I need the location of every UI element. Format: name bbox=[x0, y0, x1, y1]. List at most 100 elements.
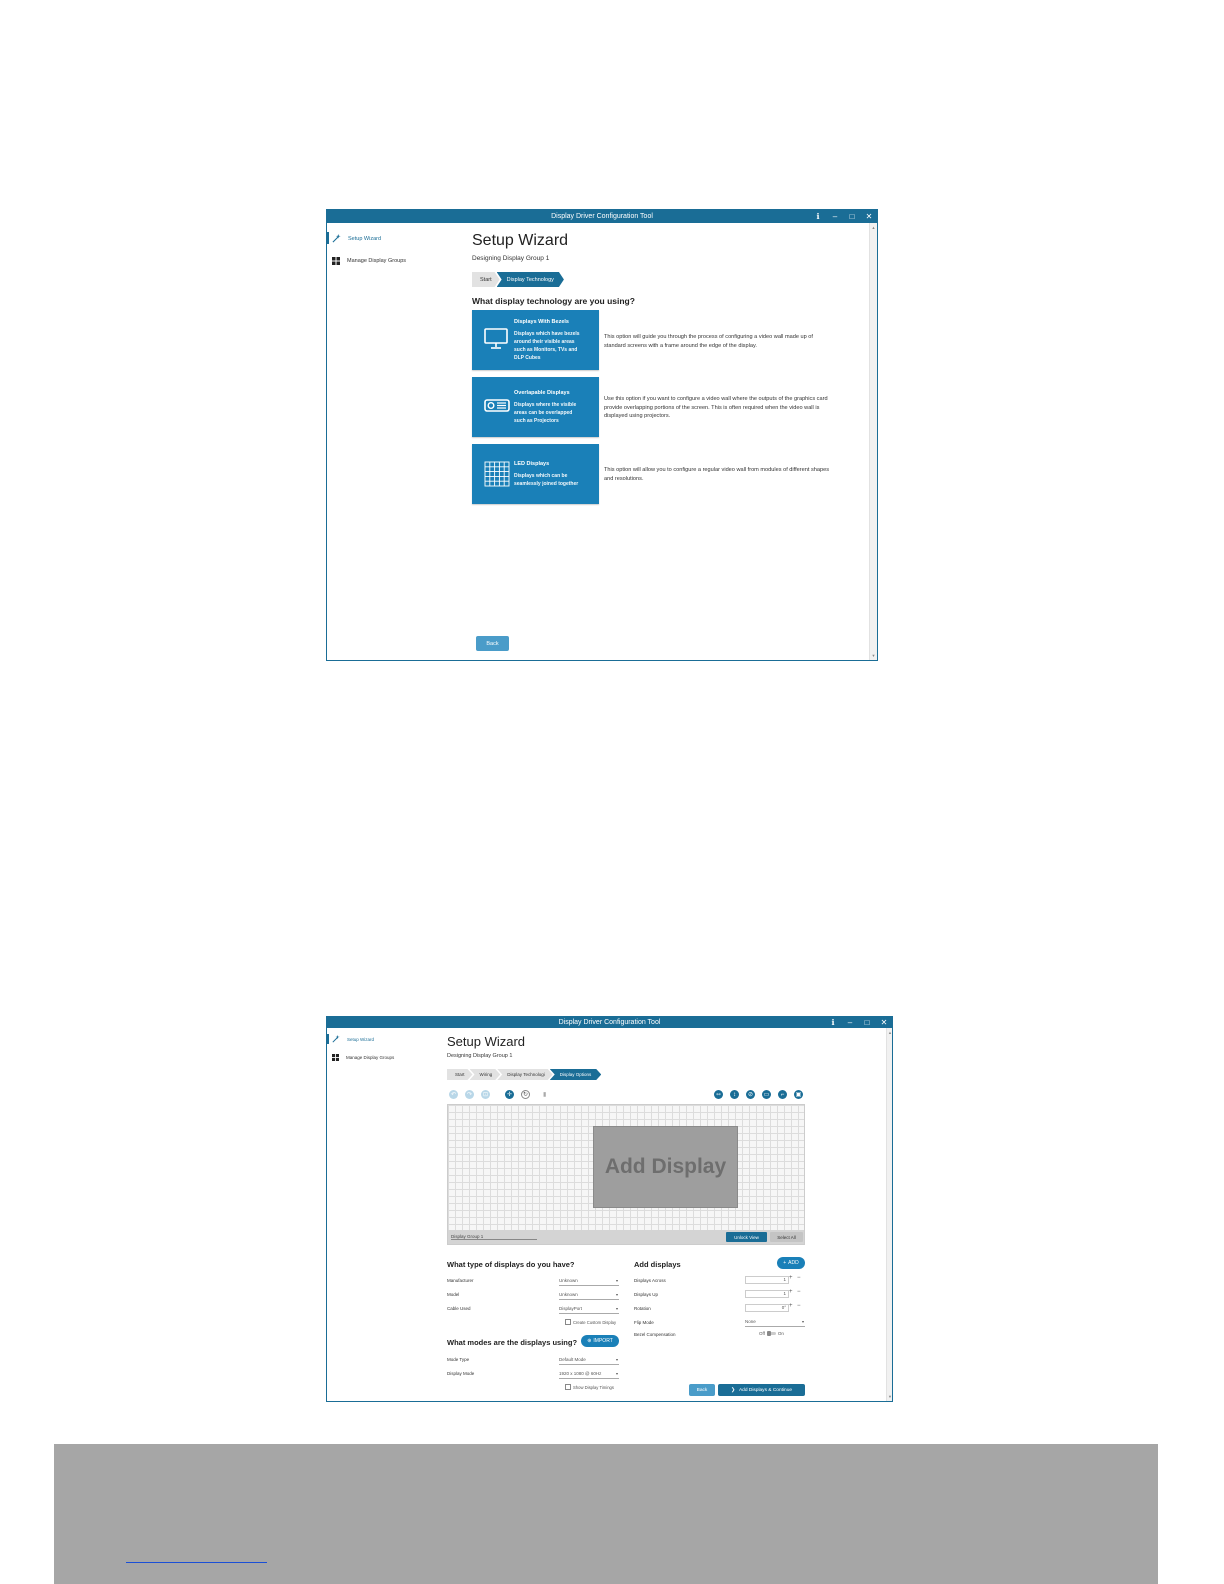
chevron-down-icon: ▾ bbox=[615, 1357, 618, 1362]
select-all-button[interactable]: Select All bbox=[770, 1232, 803, 1242]
corner-icon[interactable]: ⌐ bbox=[778, 1090, 787, 1099]
maximize-icon[interactable]: □ bbox=[848, 212, 856, 221]
create-custom-display-checkbox[interactable]: Create Custom Display bbox=[565, 1319, 616, 1325]
back-button[interactable]: Back bbox=[476, 636, 509, 651]
increment-icon[interactable]: + bbox=[789, 1275, 793, 1281]
displays-across-input[interactable]: 1 bbox=[745, 1276, 789, 1284]
toggle-switch[interactable] bbox=[766, 1331, 776, 1336]
grid-icon bbox=[332, 1054, 339, 1061]
chevron-down-icon: ▾ bbox=[615, 1292, 618, 1297]
layout-canvas[interactable]: Add Display Display Group 1 Unlock View … bbox=[447, 1104, 805, 1245]
align-vertical-icon[interactable]: ↕ bbox=[730, 1090, 739, 1099]
window-title: Display Driver Configuration Tool bbox=[558, 1019, 661, 1026]
option-title: LED Displays bbox=[514, 461, 550, 467]
undo-icon[interactable]: ↶ bbox=[449, 1090, 458, 1099]
sidebar-item-label: Setup Wizard bbox=[348, 235, 382, 242]
decrement-icon[interactable]: − bbox=[797, 1289, 801, 1295]
info-icon[interactable]: ℹ bbox=[829, 1018, 837, 1027]
breadcrumb-step-start[interactable]: Start bbox=[447, 1069, 473, 1080]
breadcrumb-step-display-technology[interactable]: Display Technology bbox=[497, 272, 564, 287]
option-desc-line: Displays which have bezels bbox=[514, 331, 580, 337]
model-label: Model bbox=[447, 1292, 460, 1297]
displays-across-label: Displays Across bbox=[634, 1278, 666, 1283]
option-card-bezels[interactable]: Displays With Bezels Displays which have… bbox=[472, 310, 599, 370]
mode-type-select[interactable]: Default Mode ▾ bbox=[559, 1357, 619, 1365]
add-displays-continue-button[interactable]: ❯ Add Displays & Continue bbox=[718, 1384, 805, 1396]
breadcrumb-step-display-options[interactable]: Display Options bbox=[550, 1069, 602, 1080]
add-display-placeholder[interactable]: Add Display bbox=[593, 1126, 738, 1208]
breadcrumb: Start Wiring Display Technologi Display … bbox=[447, 1069, 598, 1080]
wizard-window-display-options: Display Driver Configuration Tool ℹ – □ … bbox=[326, 1016, 893, 1402]
option-desc-line: areas can be overlapped bbox=[514, 410, 573, 416]
breadcrumb-step-wiring[interactable]: Wiring bbox=[470, 1069, 501, 1080]
move-icon[interactable]: ✛ bbox=[505, 1090, 514, 1099]
display-mode-label: Display Mode bbox=[447, 1371, 475, 1376]
checkbox-box[interactable] bbox=[565, 1384, 571, 1390]
manufacturer-select[interactable]: Unknown ▾ bbox=[559, 1278, 619, 1286]
active-indicator bbox=[327, 1034, 329, 1044]
scrollbar[interactable]: ▲ ▼ bbox=[886, 1028, 892, 1401]
screen-icon[interactable]: ▭ bbox=[762, 1090, 771, 1099]
displays-up-input[interactable]: 1 bbox=[745, 1290, 789, 1298]
breadcrumb-step-display-technology[interactable]: Display Technologi bbox=[497, 1069, 552, 1080]
close-icon[interactable]: ✕ bbox=[880, 1018, 888, 1027]
group-icon[interactable]: ⊡ bbox=[481, 1090, 490, 1099]
canvas-footer-bar: Display Group 1 Unlock View Select All bbox=[448, 1230, 804, 1244]
option-card-led[interactable]: LED Displays Displays which can be seaml… bbox=[472, 444, 599, 504]
checkbox-box[interactable] bbox=[565, 1319, 571, 1325]
scroll-down-icon[interactable]: ▼ bbox=[888, 1394, 892, 1399]
footer-link-underline[interactable] bbox=[126, 1562, 267, 1563]
sidebar-item-manage-display-groups[interactable]: Manage Display Groups bbox=[332, 257, 406, 265]
breadcrumb-step-start[interactable]: Start bbox=[472, 272, 500, 287]
show-display-timings-checkbox[interactable]: Show Display Timings bbox=[565, 1384, 614, 1390]
scroll-up-icon[interactable]: ▲ bbox=[888, 1030, 892, 1035]
rotation-input[interactable]: 0° bbox=[745, 1304, 789, 1312]
align-horizontal-icon[interactable]: ⇿ bbox=[714, 1090, 723, 1099]
toggle-off-label: Off bbox=[759, 1331, 765, 1336]
decrement-icon[interactable]: − bbox=[797, 1303, 801, 1309]
cable-used-select[interactable]: DisplayPort ▾ bbox=[559, 1306, 619, 1314]
decrement-icon[interactable]: − bbox=[797, 1275, 801, 1281]
grid-icon bbox=[332, 257, 340, 265]
flip-mode-select[interactable]: None ▾ bbox=[745, 1319, 805, 1327]
displays-up-label: Displays Up bbox=[634, 1292, 659, 1297]
plus-icon: + bbox=[783, 1260, 787, 1266]
option-desc-line: seamlessly joined together bbox=[514, 481, 579, 487]
redo-icon[interactable]: ↷ bbox=[465, 1090, 474, 1099]
sidebar-item-label: Manage Display Groups bbox=[346, 1055, 395, 1060]
option-explanation-bezels: This option will guide you through the p… bbox=[604, 334, 813, 349]
rotate-icon[interactable]: ↻ bbox=[521, 1090, 530, 1099]
increment-icon[interactable]: + bbox=[789, 1289, 793, 1295]
back-button[interactable]: Back bbox=[689, 1384, 715, 1396]
group-name-field[interactable]: Display Group 1 bbox=[451, 1234, 537, 1240]
info-icon[interactable]: ℹ bbox=[814, 212, 822, 221]
close-icon[interactable]: ✕ bbox=[865, 212, 873, 221]
model-select[interactable]: Unknown ▾ bbox=[559, 1292, 619, 1300]
scroll-down-icon[interactable]: ▼ bbox=[871, 653, 876, 658]
add-button[interactable]: + ADD bbox=[777, 1257, 805, 1269]
minimize-icon[interactable]: – bbox=[831, 212, 839, 221]
option-explanation-overlapable: Use this option if you want to configure… bbox=[604, 396, 828, 419]
import-button[interactable]: ⊕ IMPORT bbox=[581, 1335, 619, 1347]
increment-icon[interactable]: + bbox=[789, 1303, 793, 1309]
monitor-icon bbox=[484, 328, 508, 349]
bezel-compensation-toggle[interactable]: Off On bbox=[759, 1331, 784, 1336]
title-bar: Display Driver Configuration Tool ℹ – □ … bbox=[327, 210, 877, 223]
scrollbar[interactable]: ▲ ▼ bbox=[869, 223, 877, 660]
sidebar-item-setup-wizard[interactable]: Setup Wizard bbox=[332, 1035, 374, 1043]
delete-icon[interactable]: ▮ bbox=[543, 1091, 546, 1098]
display-mode-select[interactable]: 1920 x 1080 @ 60Hz ▾ bbox=[559, 1371, 619, 1379]
minimize-icon[interactable]: – bbox=[846, 1018, 854, 1027]
cable-used-label: Cable Used bbox=[447, 1306, 471, 1311]
option-card-overlapable[interactable]: Overlapable Displays Displays where the … bbox=[472, 377, 599, 437]
maximize-icon[interactable]: □ bbox=[863, 1018, 871, 1027]
add-displays-heading: Add displays bbox=[634, 1260, 681, 1269]
fit-view-icon[interactable]: ▣ bbox=[794, 1090, 803, 1099]
unlock-view-button[interactable]: Unlock View bbox=[726, 1232, 767, 1242]
scroll-up-icon[interactable]: ▲ bbox=[871, 225, 876, 230]
hide-icon[interactable]: ⊘ bbox=[746, 1090, 755, 1099]
option-desc-line: around their visible areas bbox=[514, 339, 575, 345]
sidebar-item-setup-wizard[interactable]: Setup Wizard bbox=[332, 234, 381, 243]
sidebar-item-manage-display-groups[interactable]: Manage Display Groups bbox=[332, 1054, 394, 1061]
option-explanation-led: This option will allow you to configure … bbox=[604, 467, 830, 482]
